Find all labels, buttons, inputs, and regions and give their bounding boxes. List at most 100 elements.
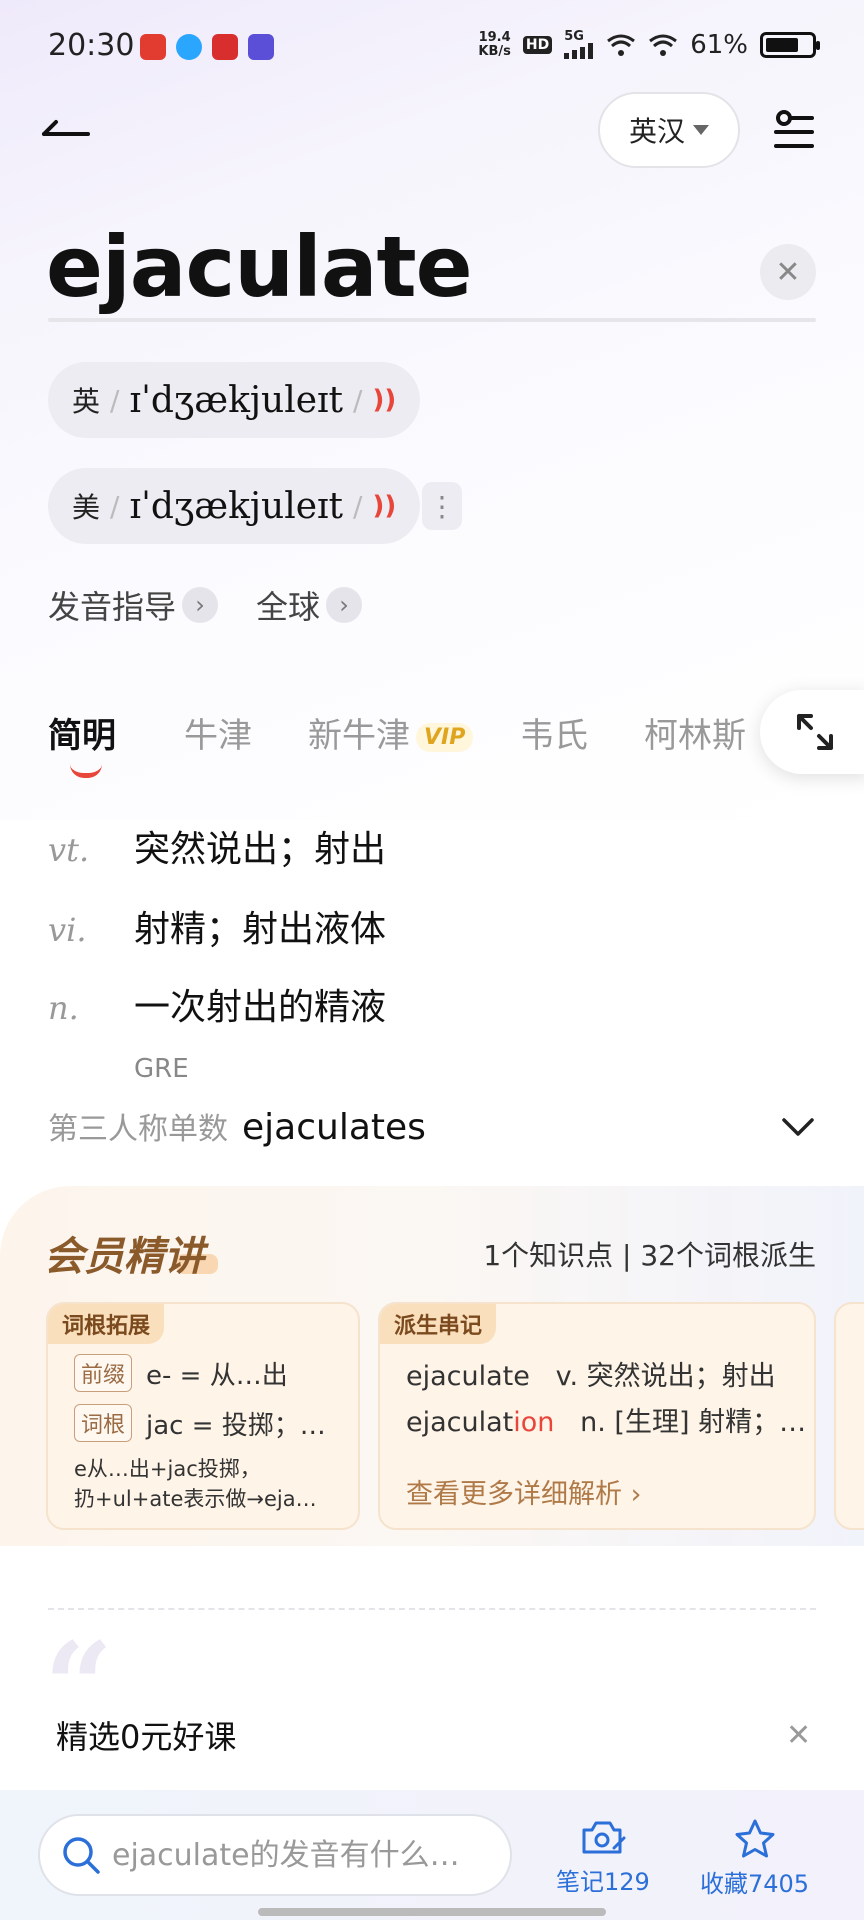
notes-button[interactable]: 笔记129: [556, 1818, 650, 1897]
slash-close: /: [353, 383, 363, 417]
net-speed: 19.4 KB/s: [478, 31, 510, 59]
net-speed-unit: KB/s: [478, 44, 511, 59]
speaker-icon[interactable]: )): [372, 385, 396, 415]
close-icon: ✕: [775, 254, 801, 290]
tab-new-oxford[interactable]: 新牛津 VIP: [308, 708, 474, 757]
definition-text: 射精；射出液体: [134, 909, 387, 950]
card-tag: 词根拓展: [48, 1304, 165, 1344]
root-note-line: 扔+ul+ate表示做→eja…: [74, 1487, 317, 1511]
headword: ejaculate: [46, 218, 473, 316]
root-note: e从…出+jac投掷， 扔+ul+ate表示做→eja…: [74, 1454, 344, 1514]
search-icon: [63, 1837, 100, 1874]
settings-button[interactable]: [772, 108, 816, 152]
tab-jianming[interactable]: 简明: [48, 708, 116, 757]
derived-word: ejaculate: [406, 1361, 530, 1392]
more-options-button[interactable]: ⋮: [422, 482, 462, 530]
news-app-icon: [212, 34, 238, 60]
home-indicator[interactable]: [258, 1908, 606, 1916]
wifi-icon: [649, 34, 678, 56]
next-card-peek[interactable]: [834, 1302, 864, 1530]
derivation-line: ejaculate v. 突然说出；射出: [406, 1354, 776, 1393]
speaker-icon[interactable]: )): [372, 491, 396, 521]
more-analysis-label: 查看更多详细解析: [406, 1479, 622, 1510]
definition-text: 突然说出；射出: [134, 829, 387, 870]
close-icon[interactable]: ✕: [786, 1718, 811, 1753]
status-time: 20:30: [48, 28, 135, 63]
tab-new-oxford-label: 新牛津: [308, 716, 410, 756]
pron-us-ipa: ɪˈdʒækjuleɪt: [129, 485, 344, 527]
root-chip: 词根: [74, 1404, 133, 1442]
wallet-app-icon: [248, 34, 274, 60]
derived-def: v. 突然说出；射出: [555, 1361, 776, 1392]
exam-tag: GRE: [134, 1054, 189, 1084]
music-app-icon: [140, 34, 166, 60]
language-selector[interactable]: 英汉: [598, 92, 740, 168]
chevron-right-icon: ›: [630, 1479, 642, 1510]
definition-row: n. 一次射出的精液: [48, 978, 386, 1030]
member-title: 会员精讲: [44, 1234, 204, 1280]
more-analysis-link[interactable]: 查看更多详细解析 ›: [406, 1472, 641, 1511]
prefix-chip: 前缀: [74, 1354, 133, 1392]
signal-icon: 5G: [564, 30, 594, 59]
definition-row: vi. 射精；射出液体: [48, 900, 386, 952]
search-box[interactable]: [38, 1814, 512, 1896]
derived-suffix: ion: [513, 1407, 555, 1438]
derived-def: n. [生理] 射精；…: [580, 1407, 807, 1438]
clear-button[interactable]: ✕: [760, 244, 816, 300]
qq-icon: [176, 34, 202, 60]
hd-icon: HD: [522, 36, 553, 54]
back-arrow-icon: [42, 120, 90, 136]
slash-open: /: [110, 489, 120, 523]
favorites-label: 收藏7405: [700, 1870, 810, 1898]
chevron-right-icon: ›: [182, 587, 219, 623]
root-card[interactable]: 词根拓展 前缀 e- = 从…出 词根 jac = 投掷；… e从…出+jac投…: [46, 1302, 360, 1530]
word-underline: [48, 318, 816, 322]
derivation-line: ejaculation n. [生理] 射精；…: [406, 1400, 806, 1439]
language-label: 英汉: [628, 115, 685, 148]
expand-button[interactable]: [760, 690, 864, 774]
search-input[interactable]: [112, 1837, 482, 1873]
part-of-speech: vt.: [48, 831, 90, 869]
tab-oxford[interactable]: 牛津: [184, 708, 252, 757]
caret-down-icon: [693, 125, 709, 135]
derivation-card[interactable]: 派生串记 ejaculate v. 突然说出；射出 ejaculation n.…: [378, 1302, 816, 1530]
global-label: 全球: [256, 588, 321, 626]
pron-us-label: 美: [72, 491, 101, 524]
sliders-icon: [774, 110, 814, 148]
pronunciation-guide-link[interactable]: 发音指导 ›: [48, 582, 219, 628]
card-tag: 派生串记: [380, 1304, 497, 1344]
inflection-row[interactable]: 第三人称单数 ejaculates: [48, 1104, 426, 1148]
back-button[interactable]: [40, 110, 96, 150]
definition-row: vt. 突然说出；射出: [48, 820, 386, 872]
inflection-expand-button[interactable]: [780, 1112, 816, 1142]
global-link[interactable]: 全球 ›: [256, 582, 363, 628]
star-icon: [735, 1819, 775, 1858]
root-note-line: e从…出+jac投掷，: [74, 1457, 261, 1481]
more-vertical-icon: ⋮: [428, 489, 456, 523]
favorites-button[interactable]: 收藏7405: [700, 1818, 809, 1899]
inflection-label: 第三人称单数: [48, 1112, 228, 1147]
prefix-text: e- = 从…出: [146, 1360, 288, 1391]
pronunciation-uk[interactable]: 英 / ɪˈdʒækjuleɪt / )): [48, 362, 421, 438]
battery-percent: 61%: [690, 30, 748, 60]
guide-label: 发音指导: [48, 588, 177, 626]
camera-edit-icon: [582, 1821, 626, 1854]
expand-icon: [797, 714, 833, 750]
derived-word: ejaculat: [406, 1407, 514, 1438]
vip-badge: VIP: [416, 723, 474, 752]
wifi-icon-1: [607, 34, 636, 56]
notification-icons: [140, 34, 274, 60]
net-speed-value: 19.4: [478, 30, 511, 45]
prefix-row: 前缀 e- = 从…出: [74, 1354, 288, 1392]
divider: [48, 1608, 816, 1610]
root-text: jac = 投掷；…: [146, 1410, 326, 1441]
slash-open: /: [110, 383, 120, 417]
slash-close: /: [353, 489, 363, 523]
course-title: 精选0元好课: [56, 1718, 237, 1756]
tab-webster[interactable]: 韦氏: [520, 708, 588, 757]
member-stats[interactable]: 1个知识点 | 32个词根派生: [483, 1234, 816, 1274]
tab-collins[interactable]: 柯林斯: [644, 708, 746, 757]
notes-label: 笔记129: [556, 1868, 650, 1896]
pronunciation-us[interactable]: 美 / ɪˈdʒækjuleɪt / )): [48, 468, 421, 544]
status-right: 19.4 KB/s HD 5G 61%: [478, 30, 820, 60]
